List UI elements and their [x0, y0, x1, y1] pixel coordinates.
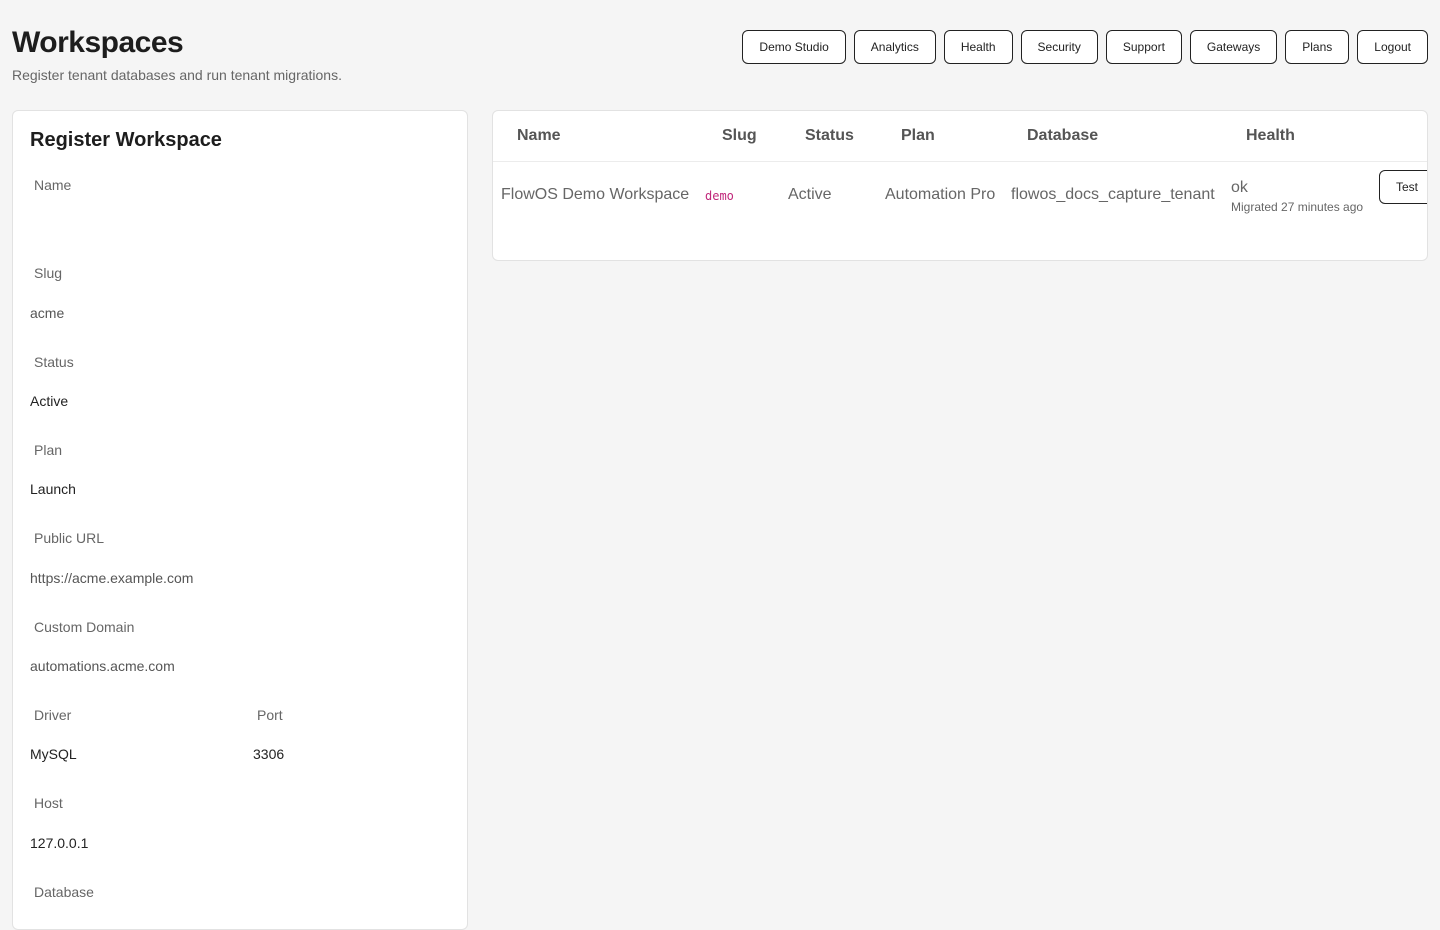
workspace-health-status: ok — [1231, 179, 1248, 196]
port-label: Port — [257, 707, 283, 723]
gateways-button[interactable]: Gateways — [1189, 30, 1278, 64]
workspace-database-cell: flowos_docs_capture_tenant — [1011, 186, 1215, 203]
port-field[interactable]: 3306 — [253, 746, 284, 762]
public-url-field[interactable]: https://acme.example.com — [30, 570, 193, 586]
custom-domain-field[interactable]: automations.acme.com — [30, 658, 175, 674]
public-url-label: Public URL — [34, 530, 105, 546]
name-field[interactable] — [30, 211, 450, 235]
register-workspace-form: Register Workspace Name Slug acme Status… — [12, 110, 468, 930]
slug-field[interactable]: acme — [30, 305, 64, 321]
custom-domain-label: Custom Domain — [34, 619, 135, 635]
workspace-migrated-time: Migrated 27 minutes ago — [1231, 200, 1364, 214]
demo-studio-button[interactable]: Demo Studio — [742, 30, 846, 64]
status-select[interactable]: Active — [30, 393, 68, 409]
header-divider — [493, 161, 1427, 162]
plan-select[interactable]: Launch — [30, 481, 76, 497]
column-header-health: Health — [1246, 127, 1295, 144]
workspace-status-cell: Active — [788, 186, 832, 203]
support-button[interactable]: Support — [1105, 30, 1182, 64]
driver-select[interactable]: MySQL — [30, 746, 77, 762]
workspace-name-cell: FlowOS Demo Workspace — [501, 186, 690, 203]
status-label: Status — [34, 354, 74, 370]
plan-label: Plan — [34, 442, 63, 458]
slug-label: Slug — [34, 265, 63, 281]
security-button[interactable]: Security — [1020, 30, 1098, 64]
column-header-slug: Slug — [722, 127, 757, 144]
name-label: Name — [34, 177, 72, 193]
test-connection-button[interactable]: Test — [1379, 170, 1427, 204]
column-header-name: Name — [517, 127, 561, 144]
health-button[interactable]: Health — [943, 30, 1013, 64]
host-field[interactable]: 127.0.0.1 — [30, 835, 88, 851]
page-title: Workspaces — [12, 26, 184, 59]
workspaces-table: Name Slug Status Plan Database Health Fl… — [492, 110, 1428, 261]
top-nav: Demo Studio Analytics Health Security Su… — [742, 30, 1428, 64]
database-label: Database — [34, 884, 94, 900]
analytics-button[interactable]: Analytics — [853, 30, 936, 64]
workspace-plan-cell: Automation Pro — [885, 186, 996, 203]
column-header-status: Status — [805, 127, 854, 144]
column-header-plan: Plan — [901, 127, 935, 144]
plans-button[interactable]: Plans — [1285, 30, 1350, 64]
host-label: Host — [34, 795, 63, 811]
form-title: Register Workspace — [30, 129, 222, 151]
driver-label: Driver — [34, 707, 72, 723]
page-subtitle: Register tenant databases and run tenant… — [12, 67, 342, 83]
logout-button[interactable]: Logout — [1357, 30, 1428, 64]
column-header-database: Database — [1027, 127, 1099, 144]
workspace-slug-cell: demo — [705, 189, 734, 203]
